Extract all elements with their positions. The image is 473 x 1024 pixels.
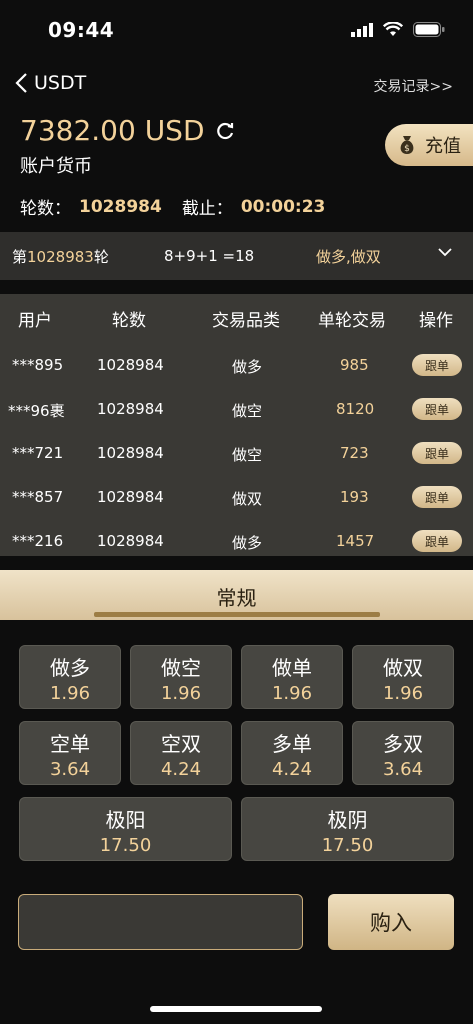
status-time: 09:44 — [48, 18, 115, 42]
chevron-left-icon — [15, 73, 27, 93]
bet-odds: 17.50 — [99, 835, 152, 856]
battery-icon — [413, 22, 445, 37]
tab-regular[interactable]: 常规 — [0, 570, 473, 620]
bet-name: 多双 — [383, 732, 423, 756]
signal-icon — [351, 22, 373, 37]
bet-name: 做双 — [383, 656, 423, 680]
tab-underline — [94, 612, 380, 617]
round-value: 1028984 — [79, 196, 162, 217]
table-row: ***96裹 1028984 做空 8120 跟单 — [0, 388, 473, 432]
follow-button[interactable]: 跟单 — [412, 398, 462, 420]
tab-label: 常规 — [216, 586, 257, 610]
row-round: 1028984 — [97, 400, 164, 418]
bet-option[interactable]: 做空 1.96 — [130, 645, 232, 709]
bet-option[interactable]: 极阳 17.50 — [19, 797, 232, 861]
bet-odds: 4.24 — [271, 759, 313, 780]
previous-result-bar[interactable]: 第1028983轮 8+9+1 =18 做多,做双 — [0, 232, 473, 280]
row-user: ***895 — [12, 356, 64, 374]
bet-name: 做多 — [50, 656, 90, 680]
bet-option[interactable]: 多双 3.64 — [352, 721, 454, 785]
row-type: 做空 — [232, 402, 263, 420]
table-header: 操作 — [419, 311, 453, 331]
bet-option[interactable]: 做多 1.96 — [19, 645, 121, 709]
bet-name: 多单 — [272, 732, 312, 756]
bet-name: 空单 — [50, 732, 90, 756]
bet-option[interactable]: 做双 1.96 — [352, 645, 454, 709]
row-amount: 985 — [340, 356, 369, 374]
round-label: 轮数： — [20, 199, 71, 219]
bet-odds: 4.24 — [160, 759, 202, 780]
buy-button[interactable]: 购入 — [328, 894, 454, 950]
bet-option[interactable]: 极阴 17.50 — [241, 797, 454, 861]
table-header: 用户 — [18, 311, 52, 331]
trade-table: 用户 轮数 交易品类 单轮交易 操作 ***895 1028984 做多 985… — [0, 294, 473, 556]
row-amount: 193 — [340, 488, 369, 506]
bet-odds: 1.96 — [271, 683, 313, 704]
follow-button[interactable]: 跟单 — [412, 486, 462, 508]
amount-input[interactable] — [18, 894, 303, 950]
balance-value: 7382.00 USD — [20, 114, 205, 147]
bet-odds: 1.96 — [382, 683, 424, 704]
follow-button[interactable]: 跟单 — [412, 442, 462, 464]
table-header: 轮数 — [112, 311, 146, 331]
row-round: 1028984 — [97, 532, 164, 550]
previous-result: 做多,做双 — [316, 247, 381, 266]
bet-name: 空双 — [161, 732, 201, 756]
row-user: ***96裹 — [8, 402, 65, 420]
bet-odds: 3.64 — [382, 759, 424, 780]
row-type: 做多 — [232, 534, 263, 552]
table-row: ***216 1028984 做多 1457 跟单 — [0, 520, 473, 564]
bet-name: 极阴 — [327, 808, 368, 832]
back-button[interactable]: USDT — [14, 72, 86, 94]
follow-button[interactable]: 跟单 — [412, 354, 462, 376]
bet-odds: 17.50 — [321, 835, 374, 856]
table-row: ***857 1028984 做双 193 跟单 — [0, 476, 473, 520]
row-type: 做双 — [232, 490, 263, 508]
row-type: 做空 — [232, 446, 263, 464]
bet-name: 做空 — [161, 656, 201, 680]
row-amount: 1457 — [336, 532, 375, 550]
bet-option[interactable]: 多单 4.24 — [241, 721, 343, 785]
currency-label: 账户货币 — [20, 156, 92, 177]
chevron-down-icon[interactable] — [437, 246, 453, 258]
bet-option[interactable]: 做单 1.96 — [241, 645, 343, 709]
row-round: 1028984 — [97, 444, 164, 462]
balance: 7382.00 USD — [20, 114, 235, 147]
refresh-icon[interactable] — [215, 121, 235, 141]
bet-option[interactable]: 空单 3.64 — [19, 721, 121, 785]
money-bag-icon: $ — [400, 136, 414, 154]
nav-title: USDT — [34, 72, 87, 94]
row-user: ***721 — [12, 444, 64, 462]
row-user: ***216 — [12, 532, 64, 550]
follow-button[interactable]: 跟单 — [412, 530, 462, 552]
recharge-button[interactable]: $ 充值 — [385, 124, 473, 166]
table-header: 交易品类 — [212, 311, 280, 331]
deadline-label: 截止： — [181, 199, 233, 219]
status-icons — [351, 22, 445, 37]
bet-odds: 1.96 — [49, 683, 91, 704]
svg-text:$: $ — [404, 144, 410, 154]
row-round: 1028984 — [97, 356, 164, 374]
table-row: ***895 1028984 做多 985 跟单 — [0, 344, 473, 388]
bet-option[interactable]: 空双 4.24 — [130, 721, 232, 785]
home-indicator — [150, 1006, 322, 1012]
wifi-icon — [383, 22, 403, 36]
bet-odds: 3.64 — [49, 759, 91, 780]
row-amount: 8120 — [336, 400, 375, 418]
bet-odds: 1.96 — [160, 683, 202, 704]
bet-name: 做单 — [272, 656, 312, 680]
table-header: 单轮交易 — [318, 311, 386, 331]
row-type: 做多 — [232, 358, 263, 376]
row-amount: 723 — [340, 444, 369, 462]
round-info: 轮数： 1028984 截止： 00:00:23 — [20, 194, 326, 220]
records-link[interactable]: 交易记录>> — [374, 76, 453, 96]
previous-formula: 8+9+1 =18 — [164, 247, 255, 265]
row-round: 1028984 — [97, 488, 164, 506]
table-row: ***721 1028984 做空 723 跟单 — [0, 432, 473, 476]
row-user: ***857 — [12, 488, 64, 506]
deadline-value: 00:00:23 — [240, 196, 326, 217]
recharge-label: 充值 — [425, 136, 461, 157]
previous-round: 第1028983轮 — [12, 247, 109, 266]
bet-name: 极阳 — [105, 808, 146, 832]
